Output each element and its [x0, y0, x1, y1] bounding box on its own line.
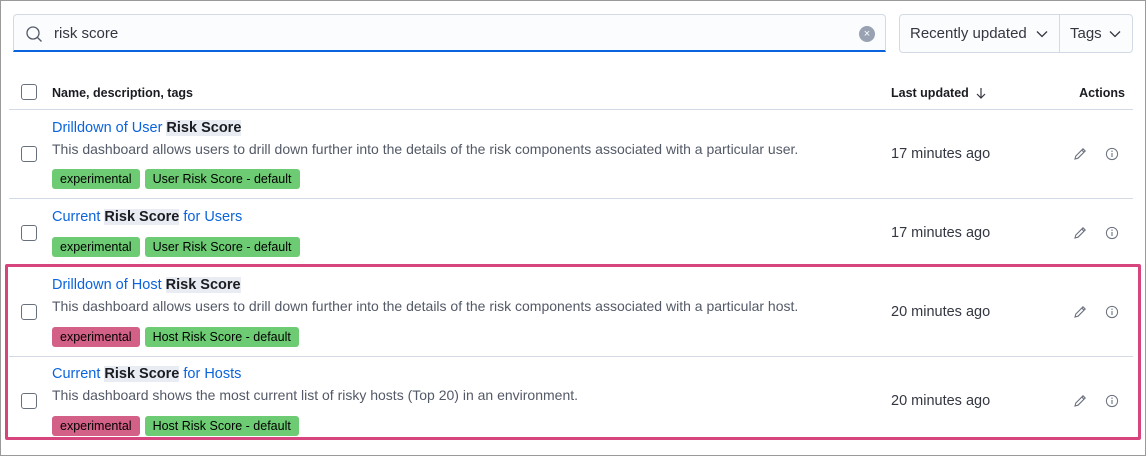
- row-checkbox[interactable]: [21, 225, 37, 241]
- search-bar: ×: [13, 14, 886, 52]
- title-highlight: Risk Score: [104, 366, 180, 382]
- tag-badge[interactable]: Host Risk Score - default: [144, 327, 299, 347]
- title-highlight: Risk Score: [165, 277, 241, 293]
- tag-badge[interactable]: experimental: [52, 237, 140, 257]
- tag-list: experimental Host Risk Score - default: [52, 327, 299, 347]
- title-text: for Users: [179, 209, 243, 225]
- search-input[interactable]: [52, 19, 852, 47]
- dashboard-title-link[interactable]: Current Risk Score for Hosts: [52, 366, 241, 382]
- table-row: Drilldown of User Risk Score This dashbo…: [9, 110, 1133, 199]
- title-highlight: Risk Score: [104, 209, 180, 225]
- search-icon: [26, 26, 42, 42]
- info-icon[interactable]: [1105, 305, 1119, 319]
- filter-group: Recently updated Tags: [899, 14, 1133, 53]
- dashboards-list-panel: × Recently updated Tags Name, descriptio…: [0, 0, 1146, 456]
- title-text: Current: [52, 366, 105, 382]
- column-header-last-updated[interactable]: Last updated: [891, 86, 987, 100]
- tag-list: experimental User Risk Score - default: [52, 169, 300, 189]
- tag-badge[interactable]: experimental: [52, 169, 140, 189]
- table-row: Current Risk Score for Users experimenta…: [9, 199, 1133, 267]
- info-icon[interactable]: [1105, 226, 1119, 240]
- dashboard-title-link[interactable]: Current Risk Score for Users: [52, 209, 242, 225]
- pencil-icon[interactable]: [1072, 304, 1088, 320]
- last-updated-value: 17 minutes ago: [891, 146, 991, 162]
- row-checkbox[interactable]: [21, 146, 37, 162]
- last-updated-value: 20 minutes ago: [891, 304, 991, 320]
- select-all-checkbox[interactable]: [21, 84, 37, 100]
- title-text: Current: [52, 209, 105, 225]
- tag-list: experimental Host Risk Score - default: [52, 416, 299, 436]
- column-header-actions: Actions: [1079, 86, 1125, 100]
- title-highlight: Risk Score: [166, 120, 242, 136]
- tags-dropdown-label: Tags: [1070, 25, 1102, 42]
- sort-dropdown[interactable]: Recently updated: [900, 15, 1060, 52]
- column-header-name: Name, description, tags: [52, 86, 194, 100]
- chevron-down-icon: [1036, 30, 1048, 37]
- title-text: for Hosts: [179, 366, 242, 382]
- dashboard-title-link[interactable]: Drilldown of User Risk Score: [52, 120, 242, 136]
- dashboard-description: This dashboard allows users to drill dow…: [52, 298, 799, 314]
- tag-badge[interactable]: experimental: [52, 327, 140, 347]
- row-checkbox[interactable]: [21, 304, 37, 320]
- column-header-last-updated-label: Last updated: [891, 86, 969, 100]
- table-header: Name, description, tags Last updated Act…: [9, 73, 1133, 110]
- table-row: Drilldown of Host Risk Score This dashbo…: [9, 267, 1133, 357]
- row-checkbox[interactable]: [21, 393, 37, 409]
- title-text: Drilldown of User: [52, 120, 167, 136]
- pencil-icon[interactable]: [1072, 393, 1088, 409]
- sort-dropdown-label: Recently updated: [910, 25, 1027, 42]
- arrow-down-icon: [976, 87, 986, 99]
- last-updated-value: 17 minutes ago: [891, 225, 991, 241]
- dashboard-description: This dashboard allows users to drill dow…: [52, 141, 799, 157]
- tag-badge[interactable]: User Risk Score - default: [144, 237, 300, 257]
- tags-dropdown[interactable]: Tags: [1060, 15, 1132, 52]
- last-updated-value: 20 minutes ago: [891, 393, 991, 409]
- tag-badge[interactable]: experimental: [52, 416, 140, 436]
- info-icon[interactable]: [1105, 394, 1119, 408]
- title-text: Drilldown of Host: [52, 277, 166, 293]
- dashboard-title-link[interactable]: Drilldown of Host Risk Score: [52, 277, 241, 293]
- table-row: Current Risk Score for Hosts This dashbo…: [9, 357, 1133, 445]
- clear-icon[interactable]: ×: [859, 26, 875, 42]
- chevron-down-icon: [1109, 30, 1121, 37]
- pencil-icon[interactable]: [1072, 146, 1088, 162]
- dashboard-description: This dashboard shows the most current li…: [52, 387, 579, 403]
- tag-list: experimental User Risk Score - default: [52, 237, 300, 257]
- pencil-icon[interactable]: [1072, 225, 1088, 241]
- info-icon[interactable]: [1105, 147, 1119, 161]
- tag-badge[interactable]: Host Risk Score - default: [144, 416, 299, 436]
- tag-badge[interactable]: User Risk Score - default: [144, 169, 300, 189]
